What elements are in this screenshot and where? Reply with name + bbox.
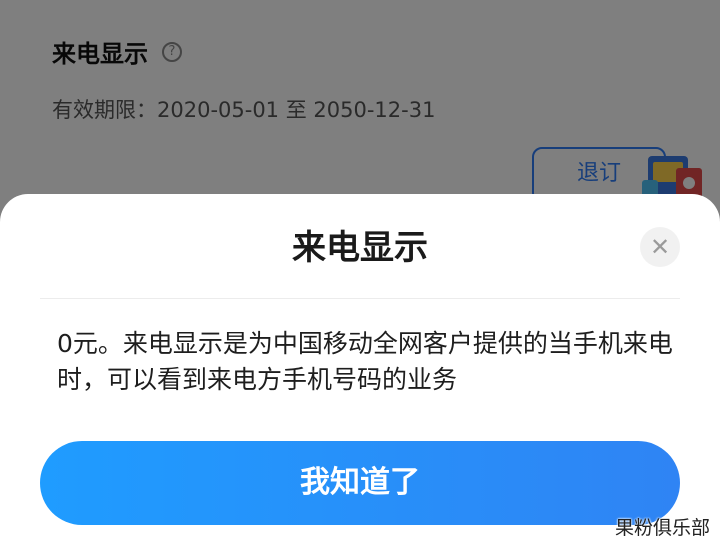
dialog-title: 来电显示 xyxy=(292,228,428,268)
info-bottom-sheet: 来电显示 ✕ 0元。来电显示是为中国移动全网客户提供的当手机来电时，可以看到来电… xyxy=(0,194,720,548)
dialog-description: 0元。来电显示是为中国移动全网客户提供的当手机来电时，可以看到来电方手机号码的业… xyxy=(57,329,673,394)
divider xyxy=(40,298,680,299)
confirm-button[interactable]: 我知道了 xyxy=(40,441,680,525)
close-icon[interactable]: ✕ xyxy=(640,227,680,267)
watermark-text: 果粉俱乐部 xyxy=(614,517,710,539)
